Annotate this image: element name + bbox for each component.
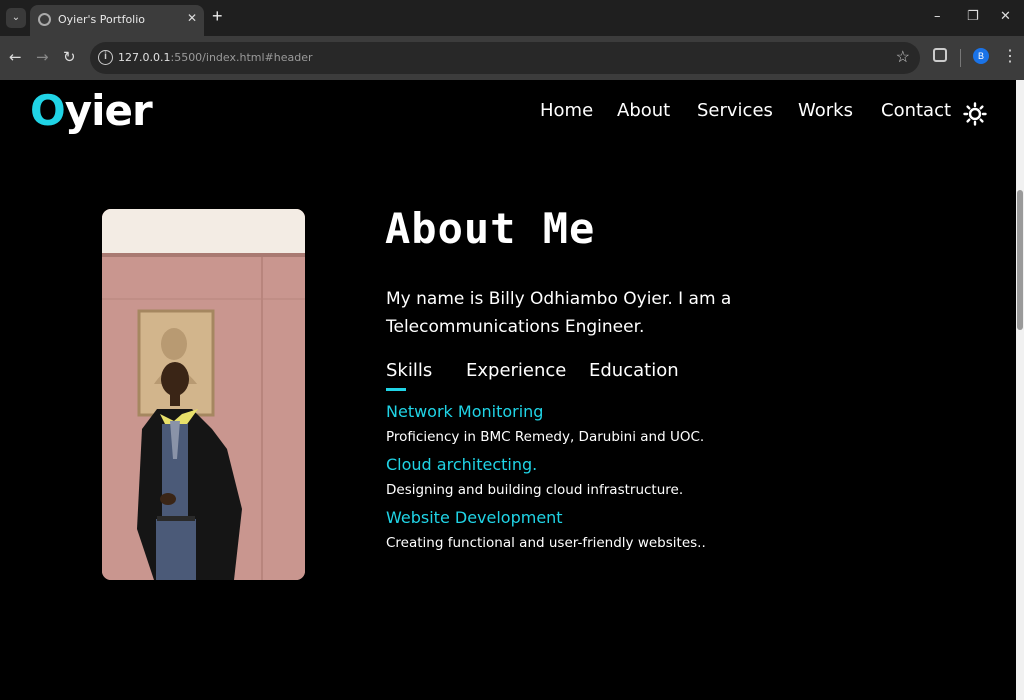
forward-arrow-icon[interactable]: → <box>36 48 49 66</box>
browser-toolbar: ← → ↻ i 127.0.0.1:5500/index.html#header… <box>0 36 1024 80</box>
toolbar-divider <box>960 49 961 67</box>
url-host: 127.0.0.1 <box>118 51 171 64</box>
skill-description: Designing and building cloud infrastruct… <box>386 482 684 498</box>
skill-description: Creating functional and user-friendly we… <box>386 535 706 551</box>
skill-title: Network Monitoring <box>386 402 544 421</box>
url-text[interactable]: 127.0.0.1:5500/index.html#header <box>118 51 313 64</box>
extensions-puzzle-icon[interactable] <box>933 48 947 62</box>
skill-title: Website Development <box>386 508 563 527</box>
browser-tab-bar: ⌄ Oyier's Portfolio ✕ + – ❐ ✕ <box>0 0 1024 36</box>
profile-avatar[interactable]: B <box>973 48 989 64</box>
logo-rest: yier <box>64 86 153 135</box>
site-info-icon[interactable]: i <box>98 50 113 65</box>
restore-icon[interactable]: ❐ <box>967 9 979 24</box>
nav-works[interactable]: Works <box>798 100 853 121</box>
page-viewport: Oyier Home About Services Works Contact <box>0 80 1016 700</box>
about-intro: My name is Billy Odhiambo Oyier. I am a … <box>386 289 732 337</box>
sun-icon[interactable] <box>963 102 987 126</box>
bookmark-star-icon[interactable]: ☆ <box>896 47 910 67</box>
skill-title: Cloud architecting. <box>386 455 538 474</box>
tab-search-chevron-icon[interactable]: ⌄ <box>6 8 26 28</box>
nav-home[interactable]: Home <box>540 100 593 121</box>
logo-accent-letter: O <box>30 86 66 135</box>
profile-photo <box>102 209 305 580</box>
nav-about[interactable]: About <box>617 100 670 121</box>
page-scrollbar[interactable] <box>1016 80 1024 700</box>
site-logo[interactable]: Oyier <box>30 86 153 135</box>
reload-icon[interactable]: ↻ <box>63 48 76 66</box>
nav-contact[interactable]: Contact <box>881 100 951 121</box>
scrollbar-thumb[interactable] <box>1017 190 1023 330</box>
skill-description: Proficiency in BMC Remedy, Darubini and … <box>386 429 705 445</box>
active-tab-indicator <box>386 388 406 391</box>
about-heading: About Me <box>385 204 596 253</box>
minimize-icon[interactable]: – <box>934 9 941 24</box>
window-close-icon[interactable]: ✕ <box>1000 9 1011 24</box>
address-bar[interactable]: i 127.0.0.1:5500/index.html#header ☆ <box>90 42 920 74</box>
browser-tab[interactable]: Oyier's Portfolio ✕ <box>30 5 204 36</box>
tab-title: Oyier's Portfolio <box>58 13 146 26</box>
url-path: :5500/index.html#header <box>170 51 313 64</box>
nav-services[interactable]: Services <box>697 100 773 121</box>
tab-experience[interactable]: Experience <box>466 360 566 381</box>
tab-education[interactable]: Education <box>589 360 679 381</box>
close-tab-icon[interactable]: ✕ <box>187 11 197 25</box>
back-arrow-icon[interactable]: ← <box>9 48 22 66</box>
new-tab-icon[interactable]: + <box>212 6 223 26</box>
globe-icon <box>38 13 51 26</box>
more-menu-icon[interactable]: ⋮ <box>1002 46 1018 66</box>
tab-skills[interactable]: Skills <box>386 360 432 381</box>
